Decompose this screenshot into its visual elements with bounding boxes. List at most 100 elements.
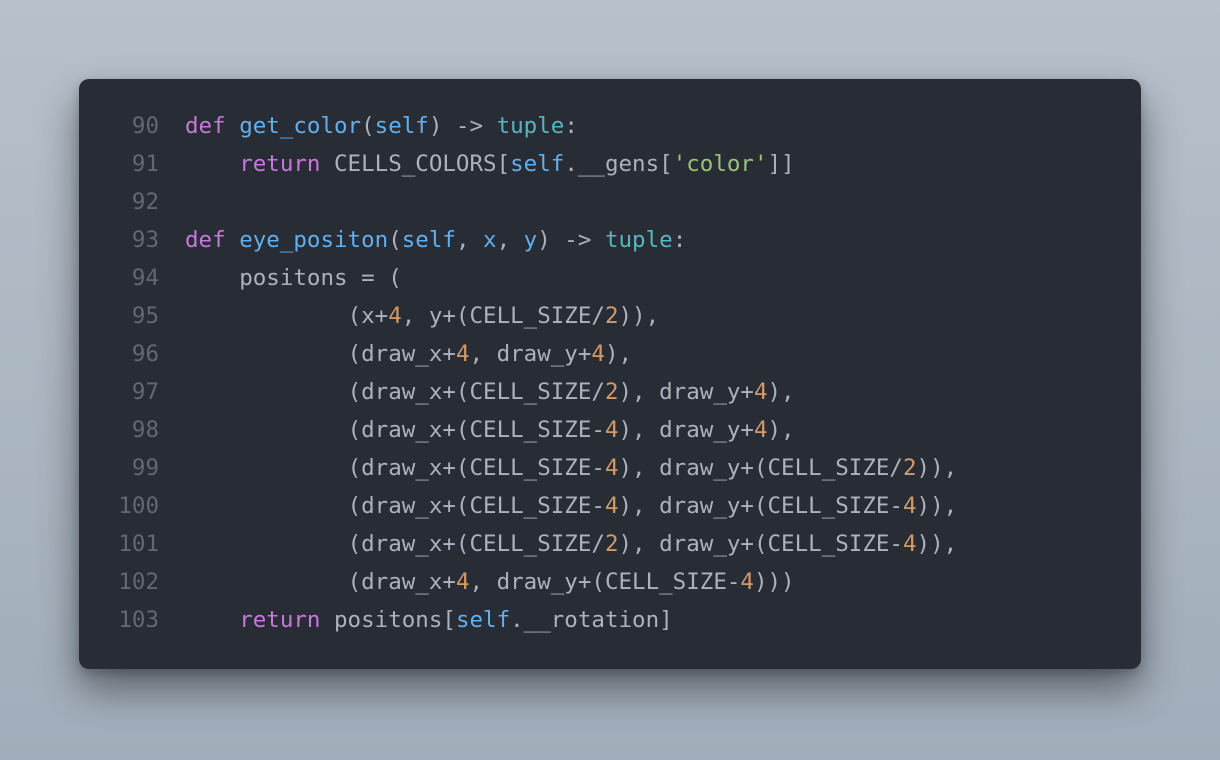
line-content[interactable]: return CELLS_COLORS[self.__gens['color']… xyxy=(185,145,1113,183)
token: 4 xyxy=(605,417,619,443)
token: 4 xyxy=(754,417,768,443)
token: )), xyxy=(917,493,958,519)
line-content[interactable]: def get_color(self) -> tuple: xyxy=(185,107,1113,145)
token: (draw_x+ xyxy=(348,341,456,367)
token: 4 xyxy=(456,341,470,367)
token: 4 xyxy=(903,531,917,557)
token: , draw_y+ xyxy=(469,341,591,367)
line-content[interactable]: return positons[self.__rotation] xyxy=(185,601,1113,639)
token: 4 xyxy=(388,303,402,329)
token: ), xyxy=(605,341,632,367)
token xyxy=(226,227,240,253)
token: ( xyxy=(388,227,402,253)
token: 2 xyxy=(605,531,619,557)
token: CELLS_COLORS[ xyxy=(320,151,510,177)
token: 4 xyxy=(591,341,605,367)
line-number: 101 xyxy=(103,525,185,563)
code-line[interactable]: 99 (draw_x+(CELL_SIZE-4), draw_y+(CELL_S… xyxy=(103,449,1113,487)
code-line[interactable]: 91 return CELLS_COLORS[self.__gens['colo… xyxy=(103,145,1113,183)
line-content[interactable]: def eye_positon(self, x, y) -> tuple: xyxy=(185,221,1113,259)
token: ), draw_y+(CELL_SIZE/ xyxy=(619,455,903,481)
token: (draw_x+(CELL_SIZE/ xyxy=(348,531,605,557)
token: ))) xyxy=(754,569,795,595)
line-content[interactable]: (draw_x+(CELL_SIZE-4), draw_y+4), xyxy=(185,411,1113,449)
token: 2 xyxy=(605,303,619,329)
line-content[interactable]: (draw_x+(CELL_SIZE-4), draw_y+(CELL_SIZE… xyxy=(185,487,1113,525)
line-number: 92 xyxy=(103,183,185,221)
token: (draw_x+(CELL_SIZE/ xyxy=(348,379,605,405)
line-number: 103 xyxy=(103,601,185,639)
token: eye_positon xyxy=(239,227,388,253)
token: tuple xyxy=(497,113,565,139)
code-line[interactable]: 102 (draw_x+4, draw_y+(CELL_SIZE-4))) xyxy=(103,563,1113,601)
code-line[interactable]: 90def get_color(self) -> tuple: xyxy=(103,107,1113,145)
token: def xyxy=(185,227,226,253)
token: self xyxy=(375,113,429,139)
line-content[interactable] xyxy=(185,183,1113,221)
token: 'color' xyxy=(673,151,768,177)
token: (draw_x+(CELL_SIZE- xyxy=(348,455,605,481)
code-line[interactable]: 93def eye_positon(self, x, y) -> tuple: xyxy=(103,221,1113,259)
line-content[interactable]: (draw_x+4, draw_y+(CELL_SIZE-4))) xyxy=(185,563,1113,601)
line-content[interactable]: positons = ( xyxy=(185,259,1113,297)
token: 2 xyxy=(605,379,619,405)
code-line[interactable]: 100 (draw_x+(CELL_SIZE-4), draw_y+(CELL_… xyxy=(103,487,1113,525)
line-content[interactable]: (draw_x+(CELL_SIZE-4), draw_y+(CELL_SIZE… xyxy=(185,449,1113,487)
token: positons = ( xyxy=(239,265,402,291)
token: self xyxy=(510,151,564,177)
token: positons[ xyxy=(320,607,455,633)
code-line[interactable]: 95 (x+4, y+(CELL_SIZE/2)), xyxy=(103,297,1113,335)
line-number: 94 xyxy=(103,259,185,297)
token: ), draw_y+(CELL_SIZE- xyxy=(619,493,903,519)
line-number: 90 xyxy=(103,107,185,145)
line-content[interactable]: (draw_x+(CELL_SIZE/2), draw_y+(CELL_SIZE… xyxy=(185,525,1113,563)
token: ), draw_y+(CELL_SIZE- xyxy=(619,531,903,557)
token: ), draw_y+ xyxy=(619,417,754,443)
line-content[interactable]: (draw_x+4, draw_y+4), xyxy=(185,335,1113,373)
code-block[interactable]: 90def get_color(self) -> tuple:91 return… xyxy=(103,107,1113,639)
token: tuple xyxy=(605,227,673,253)
line-number: 96 xyxy=(103,335,185,373)
token: 4 xyxy=(740,569,754,595)
token: 4 xyxy=(754,379,768,405)
line-content[interactable]: (x+4, y+(CELL_SIZE/2)), xyxy=(185,297,1113,335)
token: self xyxy=(402,227,456,253)
token: , xyxy=(456,227,483,253)
token: 4 xyxy=(605,493,619,519)
token: def xyxy=(185,113,226,139)
code-line[interactable]: 94 positons = ( xyxy=(103,259,1113,297)
code-line[interactable]: 92 xyxy=(103,183,1113,221)
code-line[interactable]: 97 (draw_x+(CELL_SIZE/2), draw_y+4), xyxy=(103,373,1113,411)
token: 4 xyxy=(903,493,917,519)
token: (draw_x+(CELL_SIZE- xyxy=(348,493,605,519)
token: return xyxy=(239,607,320,633)
line-number: 97 xyxy=(103,373,185,411)
line-number: 95 xyxy=(103,297,185,335)
token: .__rotation] xyxy=(510,607,673,633)
code-card: 90def get_color(self) -> tuple:91 return… xyxy=(79,79,1141,669)
token xyxy=(226,113,240,139)
code-line[interactable]: 98 (draw_x+(CELL_SIZE-4), draw_y+4), xyxy=(103,411,1113,449)
token: : xyxy=(564,113,578,139)
token: ) -> xyxy=(429,113,497,139)
token: : xyxy=(673,227,687,253)
token: ), xyxy=(768,379,795,405)
token: , xyxy=(497,227,524,253)
token: ), xyxy=(768,417,795,443)
code-line[interactable]: 96 (draw_x+4, draw_y+4), xyxy=(103,335,1113,373)
token: )), xyxy=(619,303,660,329)
token: ) -> xyxy=(537,227,605,253)
line-number: 91 xyxy=(103,145,185,183)
token: self xyxy=(456,607,510,633)
line-content[interactable]: (draw_x+(CELL_SIZE/2), draw_y+4), xyxy=(185,373,1113,411)
line-number: 98 xyxy=(103,411,185,449)
token: (draw_x+ xyxy=(348,569,456,595)
token: )), xyxy=(917,455,958,481)
line-number: 99 xyxy=(103,449,185,487)
token: get_color xyxy=(239,113,361,139)
token: ( xyxy=(361,113,375,139)
token: .__gens[ xyxy=(564,151,672,177)
code-line[interactable]: 101 (draw_x+(CELL_SIZE/2), draw_y+(CELL_… xyxy=(103,525,1113,563)
code-line[interactable]: 103 return positons[self.__rotation] xyxy=(103,601,1113,639)
token: return xyxy=(239,151,320,177)
